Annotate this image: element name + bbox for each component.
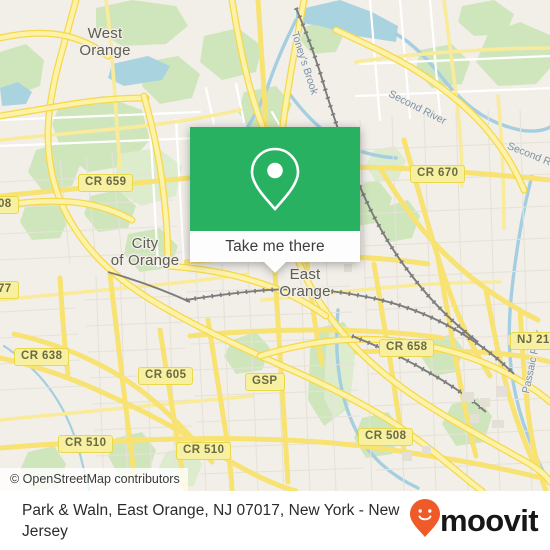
map-pin-icon: [249, 146, 301, 212]
road-shield-77[interactable]: 77: [0, 281, 19, 299]
road-shield-08[interactable]: 08: [0, 196, 19, 214]
location-title: Park & Waln, East Orange, NJ 07017, New …: [22, 501, 400, 540]
road-shield-nj-21[interactable]: NJ 21: [510, 332, 550, 350]
road-shield-cr-659[interactable]: CR 659: [78, 174, 134, 192]
take-me-there-button[interactable]: Take me there: [190, 231, 360, 262]
moovit-wordmark: moovit: [439, 503, 539, 538]
road-shield-gsp[interactable]: GSP: [245, 373, 285, 391]
road-shield-cr-510-west[interactable]: CR 510: [58, 435, 114, 453]
road-shield-cr-508[interactable]: CR 508: [358, 428, 414, 446]
map-attribution[interactable]: © OpenStreetMap contributors: [0, 468, 188, 491]
location-popup-card[interactable]: Take me there: [190, 127, 360, 273]
bottom-bar: Park & Waln, East Orange, NJ 07017, New …: [0, 491, 550, 550]
moovit-pin-smiley-icon: [409, 498, 441, 543]
map-canvas[interactable]: .pk{fill:#cfe6bd;} .pk2{fill:#dceccd;} .…: [0, 0, 550, 491]
popup-tail: [264, 262, 286, 273]
road-shield-cr-658[interactable]: CR 658: [379, 339, 435, 357]
popup-header: [190, 127, 360, 231]
road-shield-cr-605[interactable]: CR 605: [138, 367, 194, 385]
road-shield-cr-510-east[interactable]: CR 510: [176, 442, 232, 460]
road-shield-cr-670[interactable]: CR 670: [410, 165, 466, 183]
take-me-there-label: Take me there: [225, 237, 325, 255]
road-shield-cr-638[interactable]: CR 638: [14, 348, 70, 366]
moovit-logo[interactable]: moovit: [409, 498, 550, 543]
